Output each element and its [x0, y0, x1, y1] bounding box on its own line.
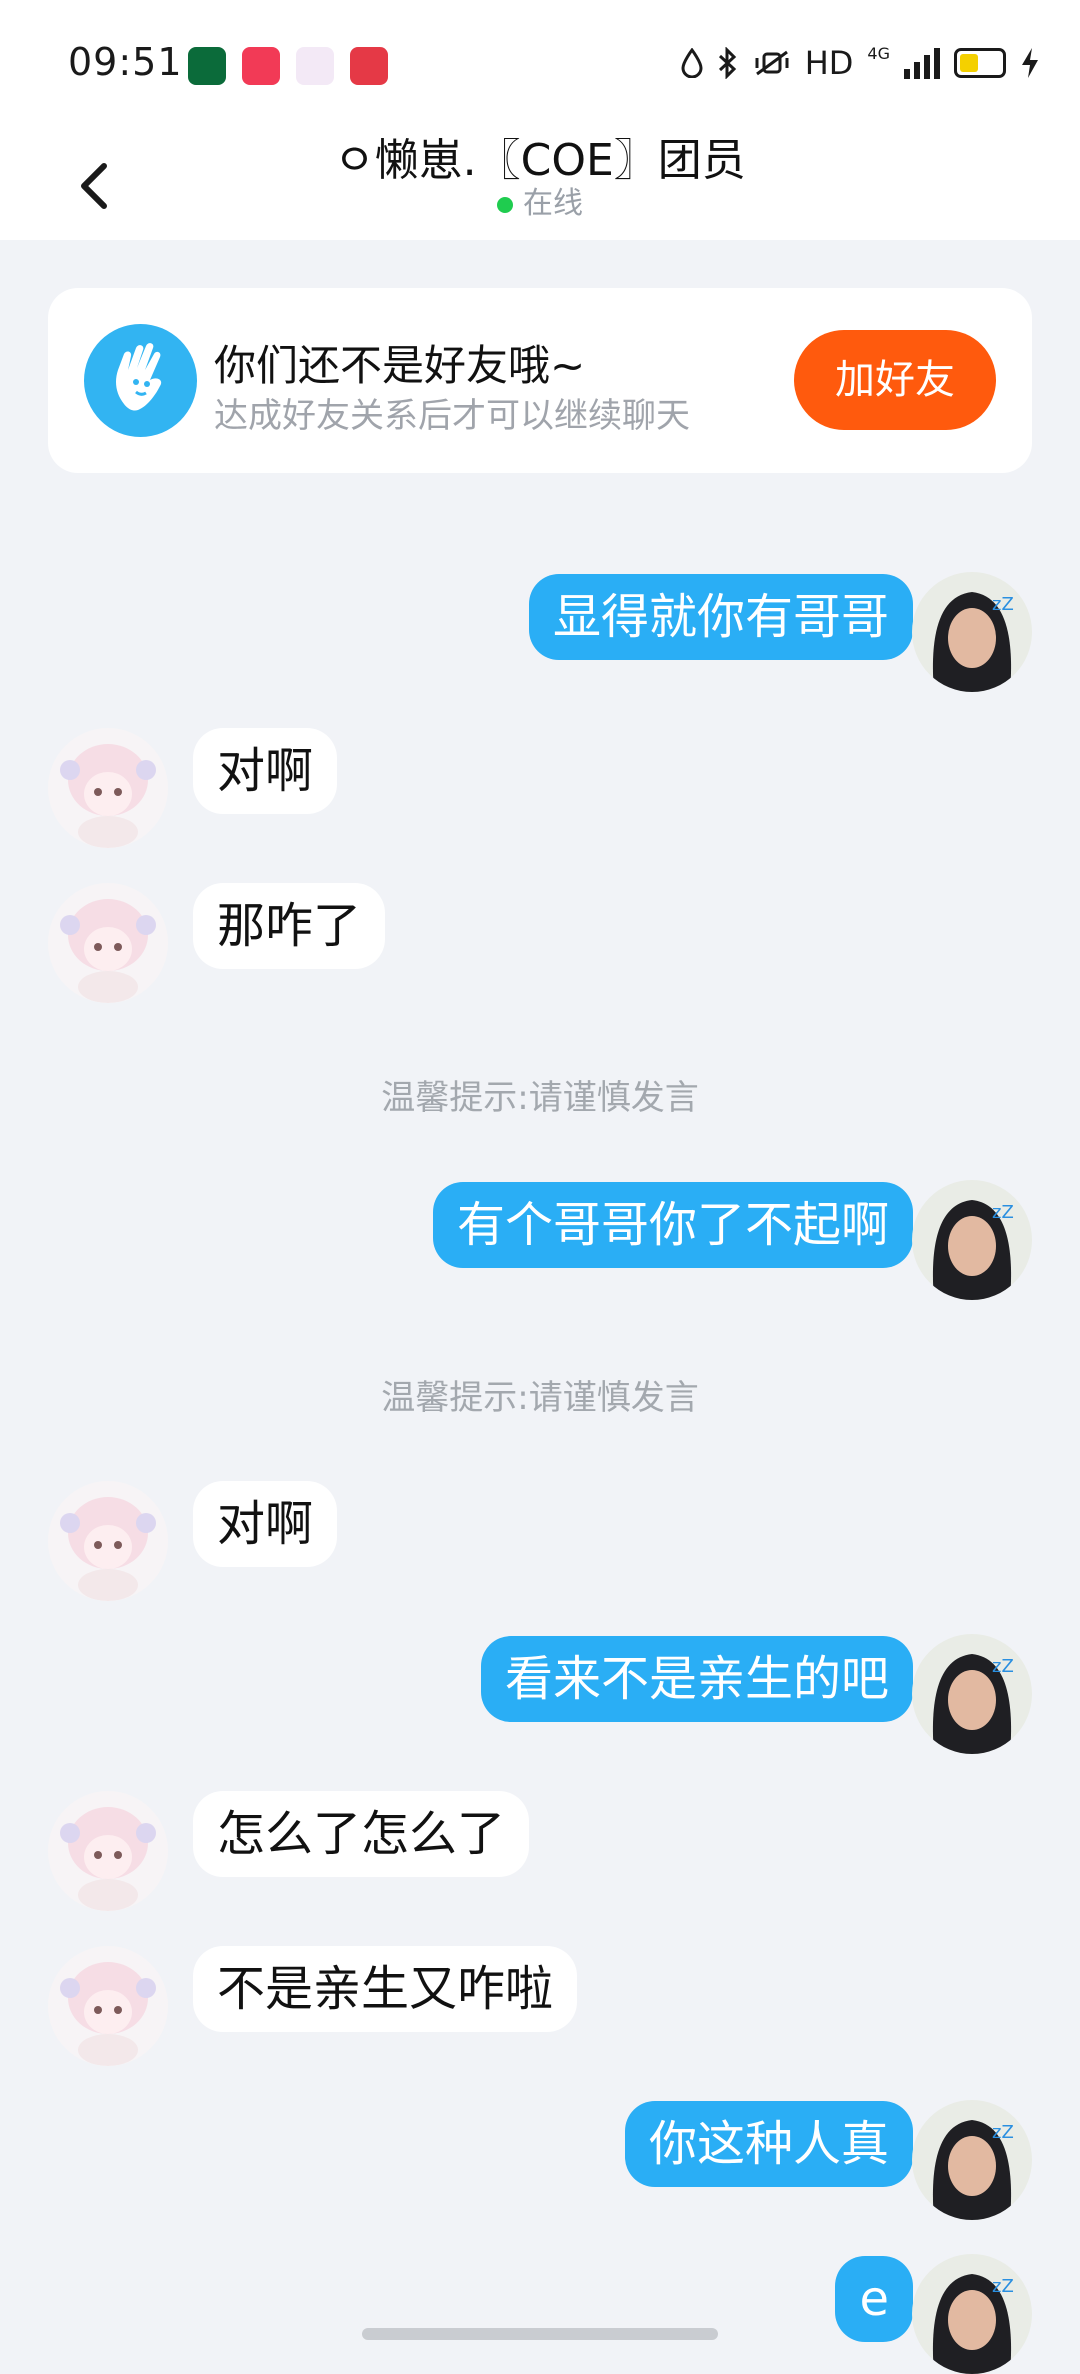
online-dot-icon	[497, 196, 513, 213]
contact-avatar[interactable]	[48, 1791, 168, 1911]
svg-text:zZ: zZ	[992, 2122, 1014, 2143]
oppo-app-icon	[188, 47, 226, 85]
friend-card-title: 你们还不是好友哦~	[214, 341, 586, 390]
contact-avatar[interactable]	[48, 883, 168, 1003]
add-friend-button[interactable]: 加好友	[794, 330, 996, 430]
hd-label: HD	[804, 44, 854, 82]
my-avatar[interactable]: zZ	[912, 572, 1032, 692]
contact-avatar[interactable]	[48, 728, 168, 848]
contact-avatar[interactable]	[48, 1946, 168, 2066]
online-status: 在线	[0, 178, 1080, 222]
message-bubble-incoming[interactable]: 对啊	[193, 1481, 338, 1567]
status-time: 09:51	[68, 40, 183, 84]
signal-icon	[904, 47, 940, 79]
my-avatar[interactable]: zZ	[912, 1180, 1032, 1300]
my-avatar[interactable]: zZ	[912, 2100, 1032, 2220]
system-notice: 温馨提示:请谨慎发言	[381, 1378, 699, 1418]
message-bubble-outgoing[interactable]: 看来不是亲生的吧	[480, 1636, 913, 1722]
svg-text:zZ: zZ	[992, 1202, 1014, 1223]
svg-text:zZ: zZ	[992, 594, 1014, 615]
video-app-icon	[350, 47, 388, 85]
home-indicator[interactable]	[362, 2328, 718, 2340]
battery-icon	[954, 48, 1006, 78]
message-bubble-incoming[interactable]: 那咋了	[193, 883, 386, 969]
message-bubble-incoming[interactable]: 不是亲生又咋啦	[193, 1946, 578, 2032]
music-app-icon	[242, 47, 280, 85]
bluetooth-icon	[718, 47, 736, 79]
system-icons: HD 4G	[681, 44, 1040, 82]
paint-app-icon	[296, 47, 334, 85]
svg-text:zZ: zZ	[992, 1656, 1014, 1677]
svg-text:zZ: zZ	[992, 2276, 1014, 2297]
notification-icons	[188, 47, 388, 85]
network-gen-label: 4G	[867, 43, 890, 63]
my-avatar[interactable]: zZ	[912, 1634, 1032, 1754]
message-bubble-incoming[interactable]: 对啊	[193, 728, 338, 814]
message-bubble-incoming[interactable]: 怎么了怎么了	[193, 1791, 530, 1877]
message-bubble-outgoing[interactable]: 显得就你有哥哥	[528, 574, 913, 660]
online-status-label: 在线	[523, 186, 583, 221]
message-bubble-outgoing[interactable]: 你这种人真	[624, 2101, 913, 2187]
chat-header: ㅇ懒崽.〖COE〗团员 在线	[0, 120, 1080, 240]
system-notice: 温馨提示:请谨慎发言	[381, 1078, 699, 1118]
friend-card-subtitle: 达成好友关系后才可以继续聊天	[214, 396, 690, 436]
charging-icon	[1022, 48, 1038, 78]
message-bubble-outgoing[interactable]: 有个哥哥你了不起啊	[432, 1182, 913, 1268]
contact-avatar[interactable]	[48, 1481, 168, 1601]
message-bubble-outgoing[interactable]: e	[835, 2256, 913, 2342]
wave-hand-icon	[84, 324, 197, 437]
my-avatar[interactable]: zZ	[912, 2254, 1032, 2374]
vibrate-mute-icon	[755, 50, 789, 76]
friend-request-card: 你们还不是好友哦~ 达成好友关系后才可以继续聊天 加好友	[48, 288, 1032, 473]
status-bar: 09:51 HD 4G	[0, 0, 1080, 120]
water-drop-icon	[681, 48, 703, 78]
